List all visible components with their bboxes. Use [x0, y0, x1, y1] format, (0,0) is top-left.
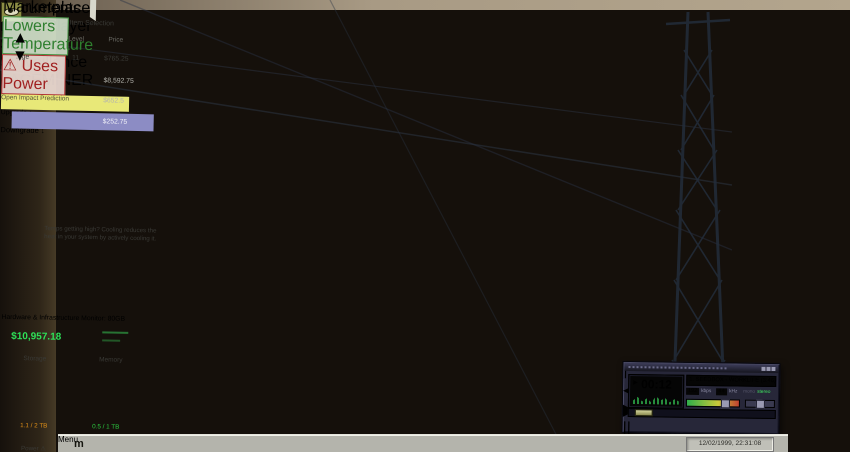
column-header-price: Price — [108, 36, 123, 43]
item-price: $652.5 — [103, 97, 124, 104]
list-row-selected[interactable]: $252.75 — [12, 111, 154, 131]
samplerate-unit: kHz — [729, 389, 737, 394]
samplerate-value: 44 — [716, 388, 727, 395]
taskbar: m Menu 12/02/1999, 22:31:08 — [58, 434, 788, 452]
volume-thumb[interactable] — [721, 399, 730, 408]
seek-bar[interactable] — [628, 408, 776, 419]
player-titlebar[interactable] — [624, 363, 778, 373]
play-state-icon: ▶ — [633, 379, 638, 386]
power-label: Power ⚠ — [3, 445, 63, 452]
memory-gauge: 0.5 / 1 TB — [84, 365, 129, 440]
item-price: $765.25 — [104, 55, 129, 63]
volume-slider[interactable] — [686, 399, 740, 408]
balance-slider[interactable] — [745, 400, 775, 408]
time-display: 00:12 — [641, 377, 672, 391]
item-list[interactable]: Level Price ...ge 11 $765.25 $8,592.75 $… — [10, 29, 166, 144]
memory-value: 0.5 / 1 TB — [84, 423, 128, 431]
storage-gauge: 1.1 / 2 TB — [12, 364, 57, 439]
item-price: $8,592.75 — [103, 77, 133, 85]
balance-value: $10,957.18 — [11, 331, 61, 343]
titlebar-grip — [628, 366, 728, 369]
lcd-panel: ▶ 00:12 — [628, 374, 684, 409]
window-title: Hardware & Infrastructure Monitor: 80GB — [1, 314, 125, 323]
balance-panel: $10,957.18 — [7, 324, 91, 351]
marketplace-sound-icon[interactable] — [90, 0, 97, 21]
window-title: Marketplace — [3, 0, 90, 17]
bitrate-value: 192 — [686, 388, 699, 395]
item-description: Temps getting high? Cooling reduces the … — [38, 225, 162, 243]
stereo-indicator: stereo — [757, 390, 770, 395]
track-title: 1. SEEDBOX - WORKLIFE (3:46) — [689, 377, 776, 384]
list-row[interactable]: $8,592.75 — [13, 29, 167, 32]
track-title-panel: 1. SEEDBOX - WORKLIFE (3:46) — [686, 375, 776, 387]
item-level: 11 — [72, 55, 79, 62]
memory-label: Memory — [79, 356, 143, 364]
bitrate-unit: kbps — [701, 389, 711, 394]
level-panel — [97, 323, 144, 354]
list-row[interactable]: ...ge 11 $765.25 — [13, 29, 167, 32]
scroll-up-icon[interactable]: ▲ — [12, 29, 21, 47]
taskbar-clock: 12/02/1999, 22:31:08 — [686, 437, 774, 452]
visualizer-bars — [633, 395, 679, 405]
column-header-level: Level — [68, 36, 84, 43]
list-row[interactable]: $652.5 — [13, 29, 167, 32]
item-name: ...ge — [16, 53, 29, 60]
marketplace-window: Marketplace Item Selection Level Price .… — [0, 0, 181, 309]
item-price: $252.75 — [103, 118, 128, 126]
hardware-monitor-window: Hardware & Infrastructure Monitor: 80GB … — [0, 306, 152, 452]
storage-label: Storage — [5, 355, 65, 363]
balance-thumb[interactable] — [756, 400, 765, 409]
storage-value: 1.1 / 2 TB — [12, 422, 56, 430]
music-player-window: ▶ 00:12 1. SEEDBOX - WORKLIFE (3:46) 192… — [622, 361, 781, 435]
seek-thumb[interactable] — [635, 409, 653, 416]
faceminer-logo-icon: m — [74, 437, 84, 451]
player-window-buttons[interactable] — [761, 367, 775, 371]
photographed-crt-screen: Documents ♪ Music Player System Surveill… — [0, 0, 850, 452]
mono-indicator: mono — [743, 390, 755, 395]
